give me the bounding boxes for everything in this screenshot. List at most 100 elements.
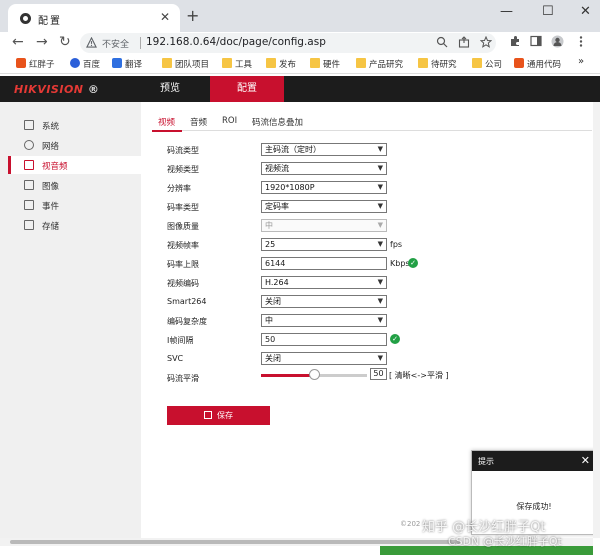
browser-tab[interactable]: 配置 ✕ xyxy=(8,4,180,32)
tab-config[interactable]: 配置 xyxy=(210,76,284,102)
translate-icon xyxy=(112,58,122,68)
bookmark-item[interactable]: 百度 xyxy=(70,58,100,70)
active-tab-indicator xyxy=(152,130,182,132)
sidebar-item-audio-video[interactable]: 视音频 xyxy=(8,156,141,174)
save-button[interactable]: 保存 xyxy=(167,406,270,425)
storage-icon xyxy=(24,220,34,230)
url-text[interactable]: 192.168.0.64/doc/page/config.asp xyxy=(146,36,326,48)
sidebar-item-label: 系统 xyxy=(42,122,60,132)
bookmark-item[interactable]: 翻译 xyxy=(112,58,142,70)
sidebar-item-event[interactable]: 事件 xyxy=(8,196,141,214)
insecure-label: 不安全 xyxy=(102,40,130,50)
smoothing-value-input[interactable]: 50 xyxy=(370,368,387,380)
subtabs: 视频 音频 ROI 码流信息叠加 xyxy=(152,111,592,132)
i-interval-input[interactable]: 50 xyxy=(261,333,387,346)
share-icon[interactable] xyxy=(458,36,470,48)
svc-label: SVC xyxy=(167,354,184,363)
check-icon: ✓ xyxy=(390,334,400,344)
bookmark-folder[interactable]: 发布 xyxy=(266,58,296,70)
smoothing-label: 码流平滑 xyxy=(167,374,199,383)
bitrate-type-select[interactable]: 定码率 ▼ xyxy=(261,200,387,213)
subtab-stream-overlay[interactable]: 码流信息叠加 xyxy=(252,116,303,128)
forward-icon[interactable]: → xyxy=(36,34,48,50)
sidebar-item-network[interactable]: 网络 xyxy=(8,136,141,154)
more-bookmarks-icon[interactable]: » xyxy=(578,56,584,68)
chevron-down-icon: ▼ xyxy=(377,297,383,305)
chevron-down-icon: ▼ xyxy=(377,240,383,248)
stream-type-select[interactable]: 主码流（定时） ▼ xyxy=(261,143,387,156)
app-header: HIKVISION ® 预览 配置 xyxy=(0,76,600,102)
bookmark-icon xyxy=(16,58,26,68)
minimize-icon[interactable]: — xyxy=(500,4,513,19)
vertical-scrollbar[interactable] xyxy=(593,102,600,538)
profile-avatar-icon[interactable] xyxy=(551,35,564,48)
bookmarks-bar: 红胖子 百度 翻译 团队项目 工具 发布 硬件 产品研究 待研究 公司 通用代码… xyxy=(0,54,600,74)
reload-icon[interactable]: ↻ xyxy=(59,34,71,50)
subtab-video[interactable]: 视频 xyxy=(158,116,175,128)
bookmark-folder[interactable]: 团队项目 xyxy=(162,58,209,70)
subtab-audio[interactable]: 音频 xyxy=(190,116,207,128)
address-bar[interactable]: 不安全 192.168.0.64/doc/page/config.asp xyxy=(80,33,496,53)
sidebar-item-label: 视音频 xyxy=(42,162,68,172)
frame-rate-select[interactable]: 25 ▼ xyxy=(261,238,387,251)
page-favicon-icon xyxy=(20,13,31,24)
bitrate-max-input[interactable]: 6144 xyxy=(261,257,387,270)
sidebar-item-label: 事件 xyxy=(42,202,60,212)
globe-icon xyxy=(24,140,34,150)
calendar-icon xyxy=(24,200,34,210)
folder-icon xyxy=(356,58,366,68)
bookmark-item[interactable]: 通用代码 xyxy=(514,58,561,70)
system-icon xyxy=(24,120,34,130)
smoothing-slider-handle[interactable] xyxy=(309,369,320,380)
i-interval-label: I帧间隔 xyxy=(167,336,194,345)
bookmark-star-icon[interactable] xyxy=(480,36,492,48)
chevron-down-icon: ▼ xyxy=(377,278,383,286)
scrollbar-thumb[interactable] xyxy=(10,540,460,544)
sidebar-item-system[interactable]: 系统 xyxy=(8,116,141,134)
baidu-icon xyxy=(70,58,80,68)
bookmark-folder[interactable]: 工具 xyxy=(222,58,252,70)
close-tab-icon[interactable]: ✕ xyxy=(160,10,170,24)
window-close-icon[interactable]: ✕ xyxy=(580,4,591,19)
video-codec-select[interactable]: H.264 ▼ xyxy=(261,276,387,289)
popup-header: 提示 ✕ xyxy=(472,451,596,471)
bookmark-item[interactable]: 红胖子 xyxy=(16,58,55,70)
smart264-label: Smart264 xyxy=(167,297,207,306)
tab-preview[interactable]: 预览 xyxy=(138,76,202,102)
sidepanel-icon[interactable] xyxy=(530,35,542,47)
folder-icon xyxy=(222,58,232,68)
image-icon xyxy=(24,180,34,190)
back-icon[interactable]: ← xyxy=(12,34,24,50)
sidebar-item-image[interactable]: 图像 xyxy=(8,176,141,194)
browser-tabstrip: 配置 ✕ + — ☐ ✕ xyxy=(0,0,600,32)
smart264-select[interactable]: 关闭 ▼ xyxy=(261,295,387,308)
popup-message: 保存成功! xyxy=(516,502,552,511)
subtab-roi[interactable]: ROI xyxy=(222,116,237,126)
more-menu-icon[interactable] xyxy=(578,35,584,48)
smoothing-slider-fill xyxy=(261,374,314,377)
close-icon[interactable]: ✕ xyxy=(581,454,590,467)
resolution-select[interactable]: 1920*1080P ▼ xyxy=(261,181,387,194)
bookmark-folder[interactable]: 待研究 xyxy=(418,58,457,70)
sidebar: 系统 网络 视音频 图像 事件 存储 xyxy=(0,102,141,538)
sidebar-item-label: 图像 xyxy=(42,182,60,192)
extensions-icon[interactable] xyxy=(509,35,521,47)
popup-title: 提示 xyxy=(478,457,494,466)
folder-icon xyxy=(162,58,172,68)
bookmark-folder[interactable]: 公司 xyxy=(472,58,502,70)
maximize-icon[interactable]: ☐ xyxy=(542,4,554,19)
sidebar-item-storage[interactable]: 存储 xyxy=(8,216,141,234)
bookmark-folder[interactable]: 产品研究 xyxy=(356,58,403,70)
zoom-icon[interactable] xyxy=(436,36,448,48)
folder-icon xyxy=(266,58,276,68)
bookmark-folder[interactable]: 硬件 xyxy=(310,58,340,70)
svc-select[interactable]: 关闭 ▼ xyxy=(261,352,387,365)
video-type-select[interactable]: 视频流 ▼ xyxy=(261,162,387,175)
warning-icon xyxy=(86,37,97,48)
new-tab-button[interactable]: + xyxy=(186,6,199,25)
complexity-select[interactable]: 中 ▼ xyxy=(261,314,387,327)
sidebar-item-label: 网络 xyxy=(42,142,60,152)
video-type-label: 视频类型 xyxy=(167,165,199,174)
frame-rate-unit: fps xyxy=(390,240,403,249)
divider xyxy=(140,37,141,49)
